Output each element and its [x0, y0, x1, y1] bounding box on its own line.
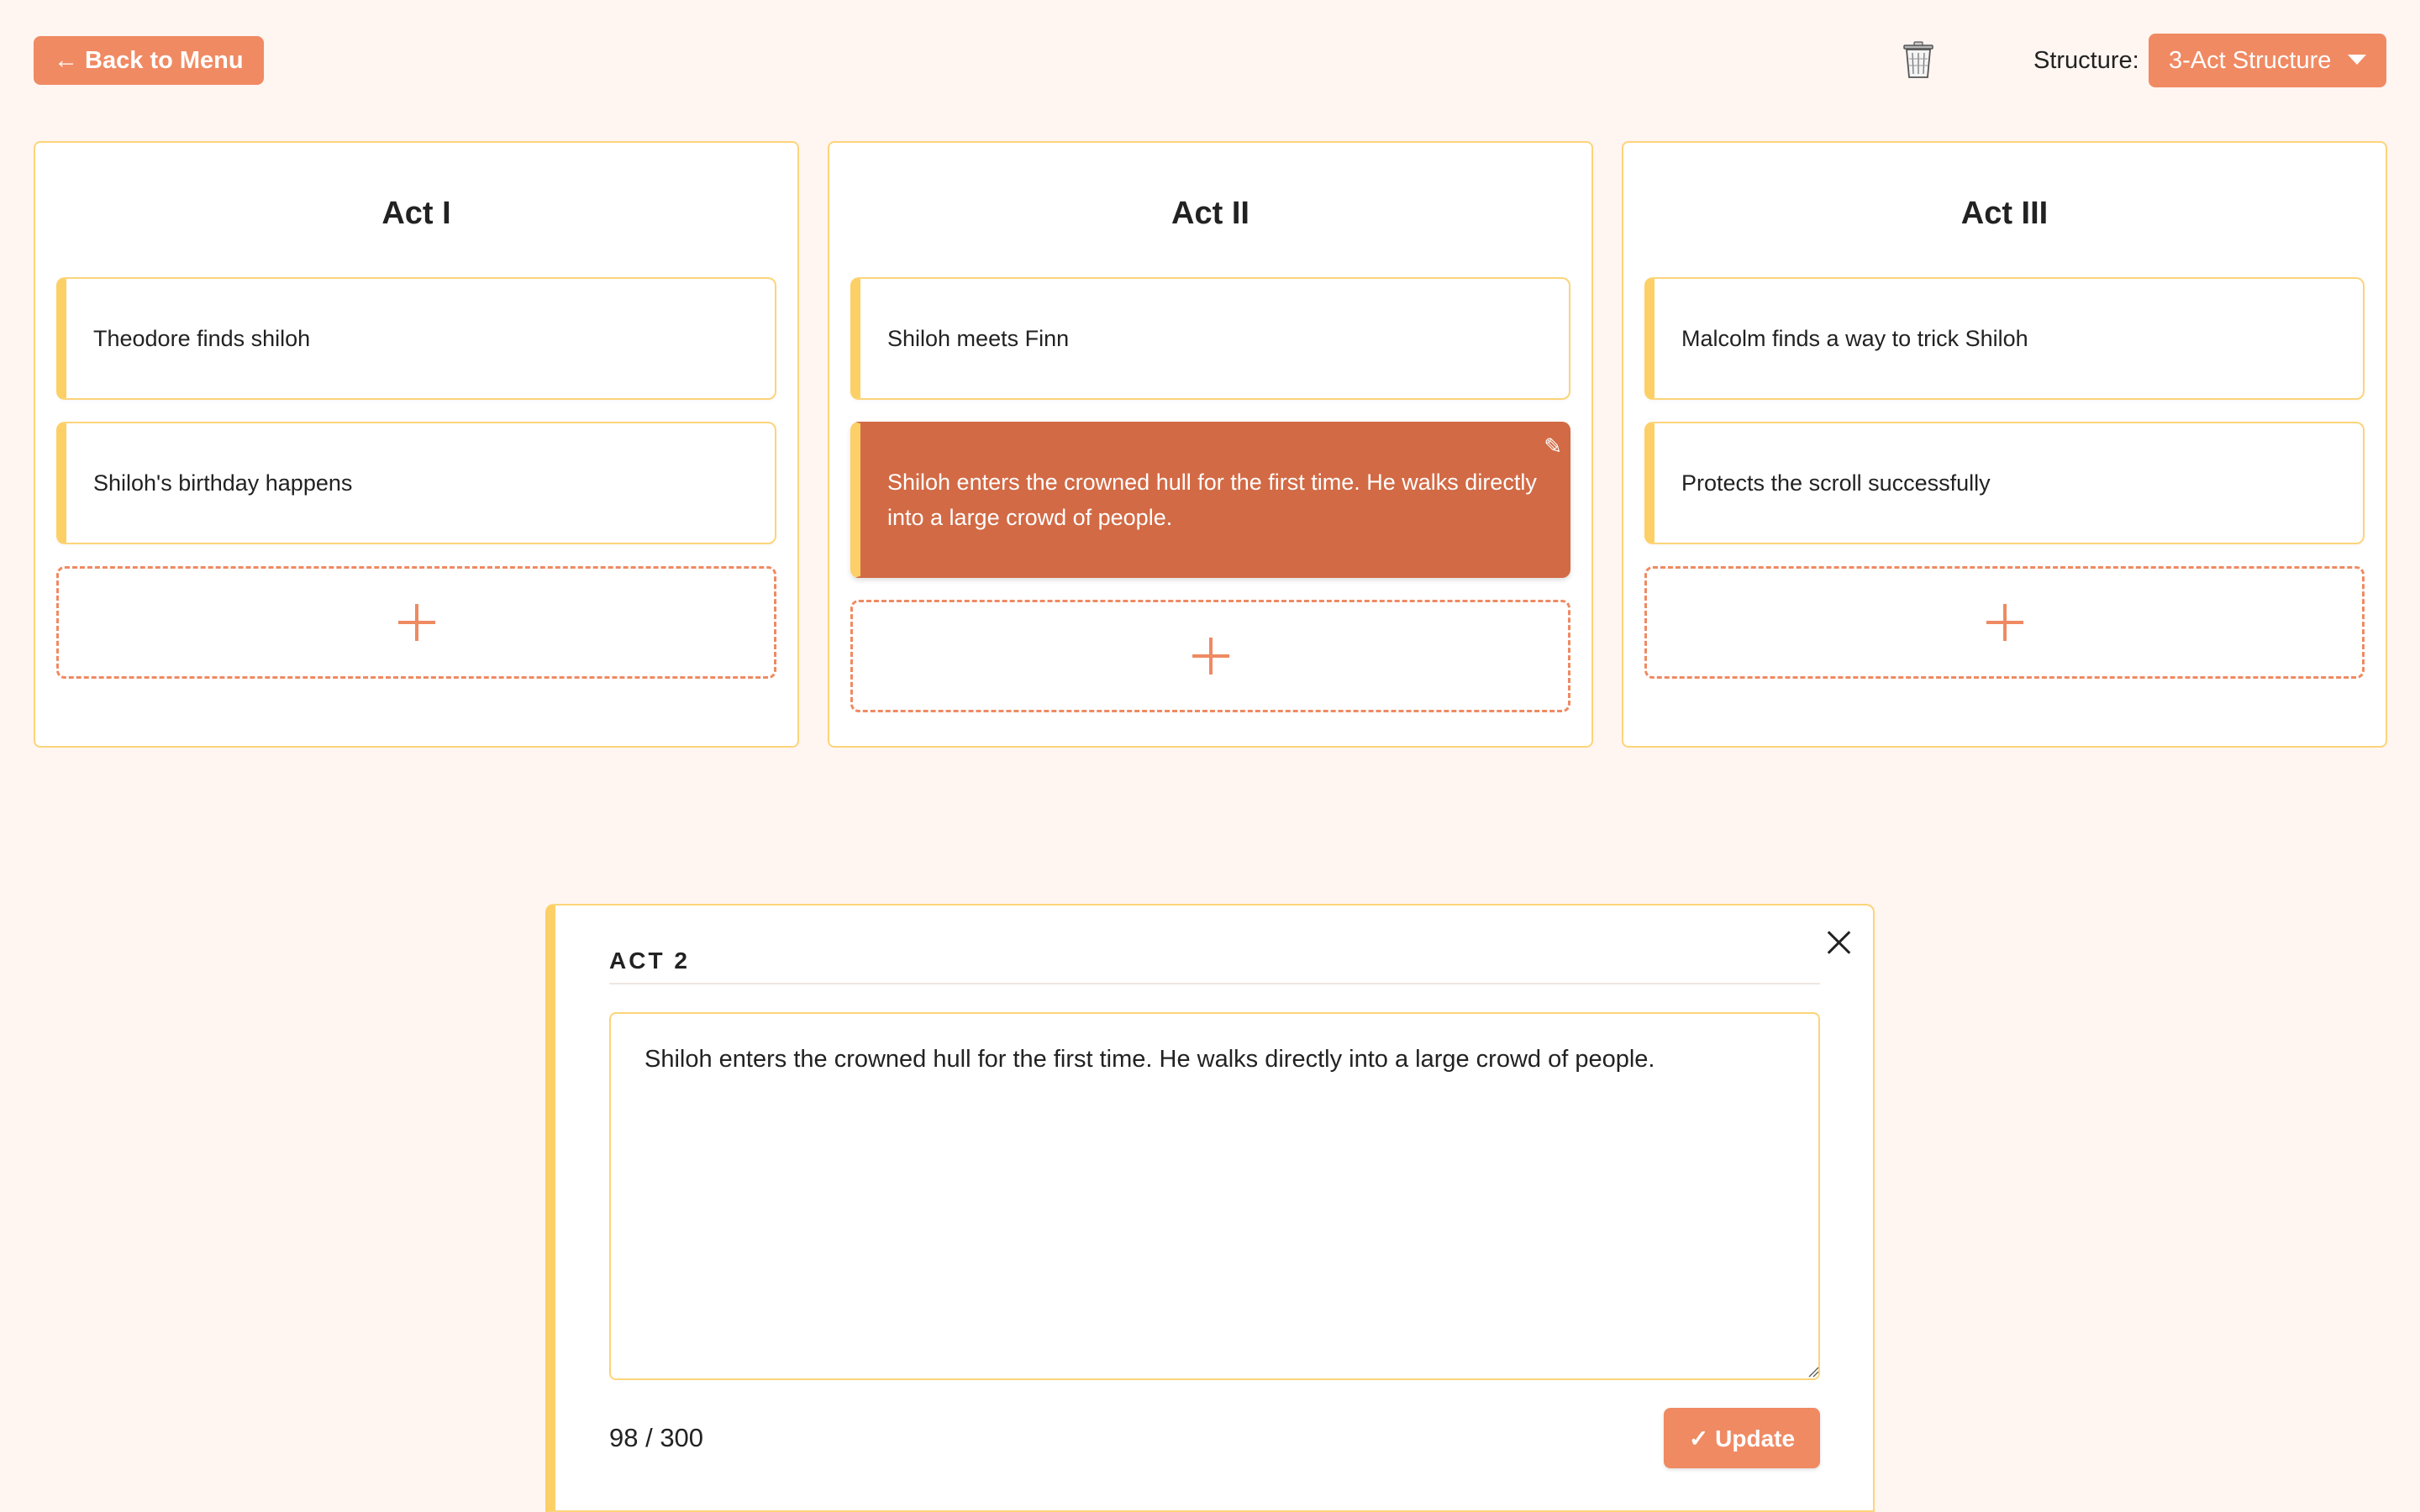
beat-card-text: Shiloh enters the crowned hull for the f…: [887, 470, 1537, 530]
beat-text-input[interactable]: Shiloh enters the crowned hull for the f…: [609, 1012, 1820, 1380]
beat-card-selected[interactable]: Shiloh enters the crowned hull for the f…: [850, 422, 1570, 578]
act-column-3: Act III Malcolm finds a way to trick Shi…: [1622, 141, 2387, 748]
beat-card[interactable]: Malcolm finds a way to trick Shiloh: [1644, 277, 2365, 400]
act-title: Act II: [1171, 196, 1249, 231]
beat-card[interactable]: Protects the scroll successfully: [1644, 422, 2365, 544]
chevron-down-icon: [2348, 55, 2366, 65]
act-column-2: Act II Shiloh meets Finn Shiloh enters t…: [828, 141, 1593, 748]
divider: [609, 983, 1820, 984]
add-beat-button[interactable]: [56, 566, 776, 679]
update-button[interactable]: ✓ Update: [1664, 1408, 1820, 1468]
plus-icon: [1986, 604, 2023, 641]
plus-icon: [1192, 638, 1229, 675]
beat-card-text: Theodore finds shiloh: [93, 326, 311, 351]
trash-icon[interactable]: [1901, 40, 1936, 81]
beat-card-text: Protects the scroll successfully: [1681, 470, 1991, 496]
structure-select[interactable]: 3-Act Structure: [2149, 34, 2386, 87]
add-beat-button[interactable]: [1644, 566, 2365, 679]
pencil-icon[interactable]: ✎: [1544, 435, 1562, 457]
beat-card-text: Malcolm finds a way to trick Shiloh: [1681, 326, 2028, 351]
act-title: Act III: [1960, 196, 2049, 231]
close-icon[interactable]: [1828, 931, 1851, 954]
beat-card-text: Shiloh's birthday happens: [93, 470, 353, 496]
add-beat-button[interactable]: [850, 600, 1570, 712]
editor-heading: ACT 2: [609, 948, 690, 974]
beat-card[interactable]: Theodore finds shiloh: [56, 277, 776, 400]
back-to-menu-button[interactable]: ← Back to Menu: [34, 36, 264, 85]
act-title: Act I: [381, 196, 451, 231]
structure-label: Structure:: [2033, 47, 2139, 74]
beat-card[interactable]: Shiloh's birthday happens: [56, 422, 776, 544]
structure-select-value: 3-Act Structure: [2169, 46, 2332, 74]
beat-editor-panel: ACT 2 Shiloh enters the crowned hull for…: [545, 904, 1875, 1512]
act-column-1: Act I Theodore finds shiloh Shiloh's bir…: [34, 141, 799, 748]
character-count: 98 / 300: [609, 1423, 704, 1452]
beat-card-text: Shiloh meets Finn: [887, 326, 1070, 351]
acts-board: Act I Theodore finds shiloh Shiloh's bir…: [34, 141, 2387, 748]
beat-card[interactable]: Shiloh meets Finn: [850, 277, 1570, 400]
resize-handle-icon[interactable]: [1807, 1366, 1819, 1378]
plus-icon: [397, 604, 435, 641]
